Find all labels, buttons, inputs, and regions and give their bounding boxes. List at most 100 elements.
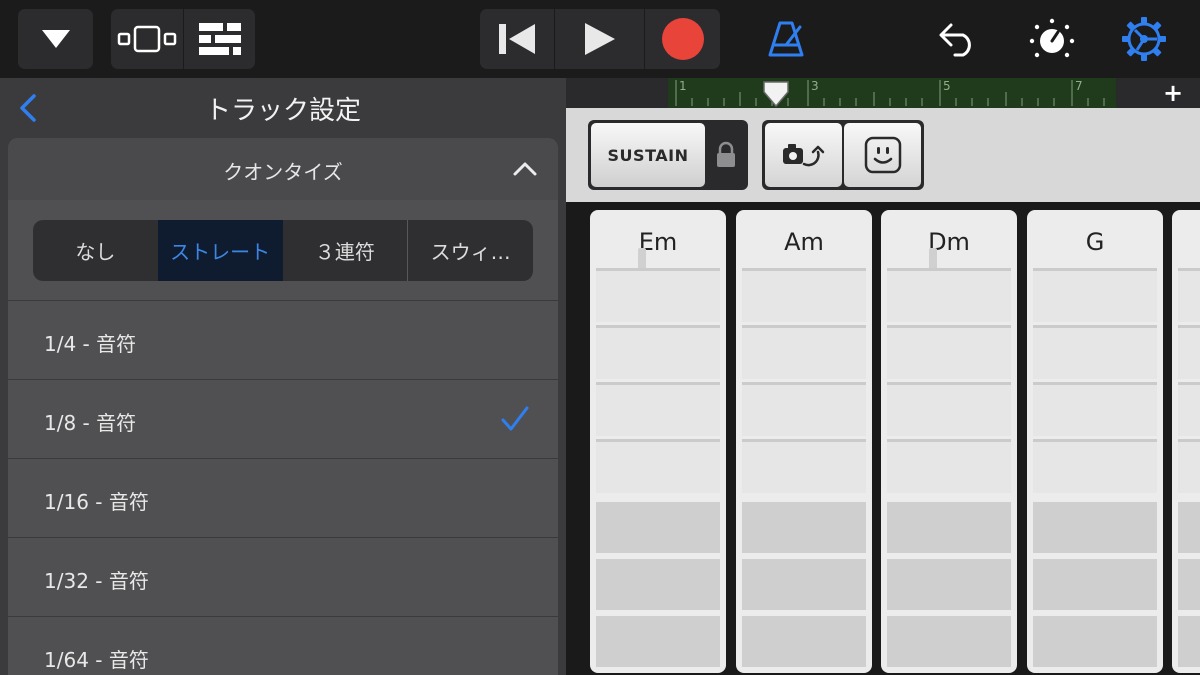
list-item[interactable]: 1/8 - 音符: [8, 379, 558, 458]
bass-zone[interactable]: [887, 556, 1011, 610]
bass-zone[interactable]: [1033, 499, 1157, 553]
option-label: 1/4 - 音符: [44, 332, 137, 356]
chevron-up-icon: [513, 162, 537, 176]
chord-strip-em[interactable]: Em: [590, 210, 726, 673]
chord-strip-dm[interactable]: Dm: [881, 210, 1017, 673]
quantize-type-segmented-control: なし ストレート ３連符 スウィ…: [33, 220, 533, 281]
chord-zone[interactable]: [1178, 382, 1200, 436]
chord-zone[interactable]: [1033, 325, 1157, 379]
record-icon: [661, 18, 704, 60]
chord-zone[interactable]: [887, 439, 1011, 493]
bass-zone[interactable]: [1178, 499, 1200, 553]
sustain-button[interactable]: SUSTAIN: [591, 123, 705, 187]
bass-zone[interactable]: [596, 613, 720, 667]
master-effects-button[interactable]: [1024, 9, 1080, 69]
bar-number: 5: [943, 79, 951, 93]
chord-zone[interactable]: [742, 382, 866, 436]
quantize-header[interactable]: クオンタイズ: [8, 138, 558, 200]
bass-zone[interactable]: [1033, 613, 1157, 667]
chord-zone[interactable]: [596, 439, 720, 493]
lock-icon[interactable]: [712, 140, 740, 170]
browser-button[interactable]: [18, 9, 93, 69]
chord-zone[interactable]: [887, 325, 1011, 379]
chord-zone[interactable]: [742, 439, 866, 493]
metronome-button[interactable]: [758, 9, 814, 69]
list-item[interactable]: 1/32 - 音符: [8, 537, 558, 616]
segment-triplet[interactable]: ３連符: [283, 220, 408, 281]
triangle-down-icon: [41, 30, 70, 48]
segment-swing[interactable]: スウィ…: [407, 220, 533, 281]
bass-zone[interactable]: [887, 499, 1011, 553]
chord-label: Dm: [928, 228, 970, 256]
mixer-button[interactable]: [183, 9, 255, 69]
add-track-button[interactable]: +: [1158, 78, 1188, 108]
top-toolbar: [0, 0, 1200, 78]
quantize-section: クオンタイズ なし ストレート ３連符 スウィ… 1/4 - 音符 1/8 - …: [8, 138, 558, 675]
option-label: 1/64 - 音符: [44, 648, 149, 672]
segment-straight[interactable]: ストレート: [157, 220, 283, 281]
chord-zone[interactable]: [1033, 382, 1157, 436]
autoplay-icon: [782, 144, 824, 167]
chord-zone[interactable]: [1033, 268, 1157, 322]
performer-button[interactable]: [844, 123, 921, 187]
chord-zone[interactable]: [596, 325, 720, 379]
bass-zone[interactable]: [1033, 556, 1157, 610]
chord-zone[interactable]: [887, 382, 1011, 436]
instrument-controls: SUSTAIN: [566, 108, 1200, 202]
chord-zone[interactable]: [1033, 439, 1157, 493]
chord-zone[interactable]: [742, 325, 866, 379]
bar-number: 7: [1075, 79, 1083, 93]
bass-zone[interactable]: [742, 613, 866, 667]
bass-zone[interactable]: [887, 613, 1011, 667]
tracks-view-button[interactable]: [111, 9, 183, 69]
bass-zone[interactable]: [1178, 613, 1200, 667]
chord-strip-g[interactable]: G: [1027, 210, 1163, 673]
chord-zone[interactable]: [1178, 268, 1200, 322]
autoplay-button[interactable]: [765, 123, 842, 187]
bass-zone[interactable]: [596, 556, 720, 610]
play-button[interactable]: [554, 9, 644, 69]
chord-zone[interactable]: [596, 268, 720, 322]
ruler-ticks: [675, 80, 1105, 106]
record-button[interactable]: [644, 9, 720, 69]
playhead-icon[interactable]: [762, 80, 790, 108]
settings-button[interactable]: [1116, 9, 1172, 69]
track-settings-panel: トラック設定 クオンタイズ なし ストレート ３連符 スウィ… 1/4 - 音符…: [0, 78, 566, 675]
view-group: [111, 9, 255, 69]
chord-label: Am: [784, 228, 824, 256]
metronome-icon: [768, 21, 804, 57]
chord-zone[interactable]: [887, 268, 1011, 322]
chord-zone[interactable]: [596, 382, 720, 436]
transport-group: [480, 9, 720, 69]
chord-zone[interactable]: [1178, 325, 1200, 379]
settings-icon: [1122, 17, 1166, 61]
list-item[interactable]: 1/4 - 音符: [8, 300, 558, 379]
ruler-area: 1 3 5 7 +: [566, 78, 1200, 108]
chord-zone[interactable]: [742, 268, 866, 322]
option-label: 1/16 - 音符: [44, 490, 149, 514]
list-item[interactable]: 1/16 - 音符: [8, 458, 558, 537]
bar-number: 3: [811, 79, 819, 93]
chord-zone[interactable]: [1178, 439, 1200, 493]
bass-zone[interactable]: [742, 499, 866, 553]
sustain-group: SUSTAIN: [588, 120, 748, 190]
rewind-button[interactable]: [480, 9, 554, 69]
quantize-title: クオンタイズ: [223, 160, 343, 184]
collapse-button[interactable]: [510, 154, 540, 184]
panel-title: トラック設定: [204, 96, 361, 126]
chord-strip-partial[interactable]: [1172, 210, 1200, 673]
chord-strip-am[interactable]: Am: [736, 210, 872, 673]
segment-none[interactable]: なし: [33, 220, 158, 281]
bass-zone[interactable]: [1178, 556, 1200, 610]
browser-group: [18, 9, 93, 69]
bass-zone[interactable]: [742, 556, 866, 610]
list-item[interactable]: 1/64 - 音符: [8, 616, 558, 675]
autoplay-group: [762, 120, 924, 190]
quantize-options-list: 1/4 - 音符 1/8 - 音符 1/16 - 音符 1/32 - 音符 1/…: [8, 300, 558, 675]
option-label: 1/8 - 音符: [44, 411, 137, 435]
checkmark-icon: [501, 406, 529, 431]
timeline-ruler[interactable]: 1 3 5 7: [668, 78, 1116, 108]
bass-zone[interactable]: [596, 499, 720, 553]
undo-button[interactable]: [930, 9, 986, 69]
bar-number: 1: [679, 79, 687, 93]
